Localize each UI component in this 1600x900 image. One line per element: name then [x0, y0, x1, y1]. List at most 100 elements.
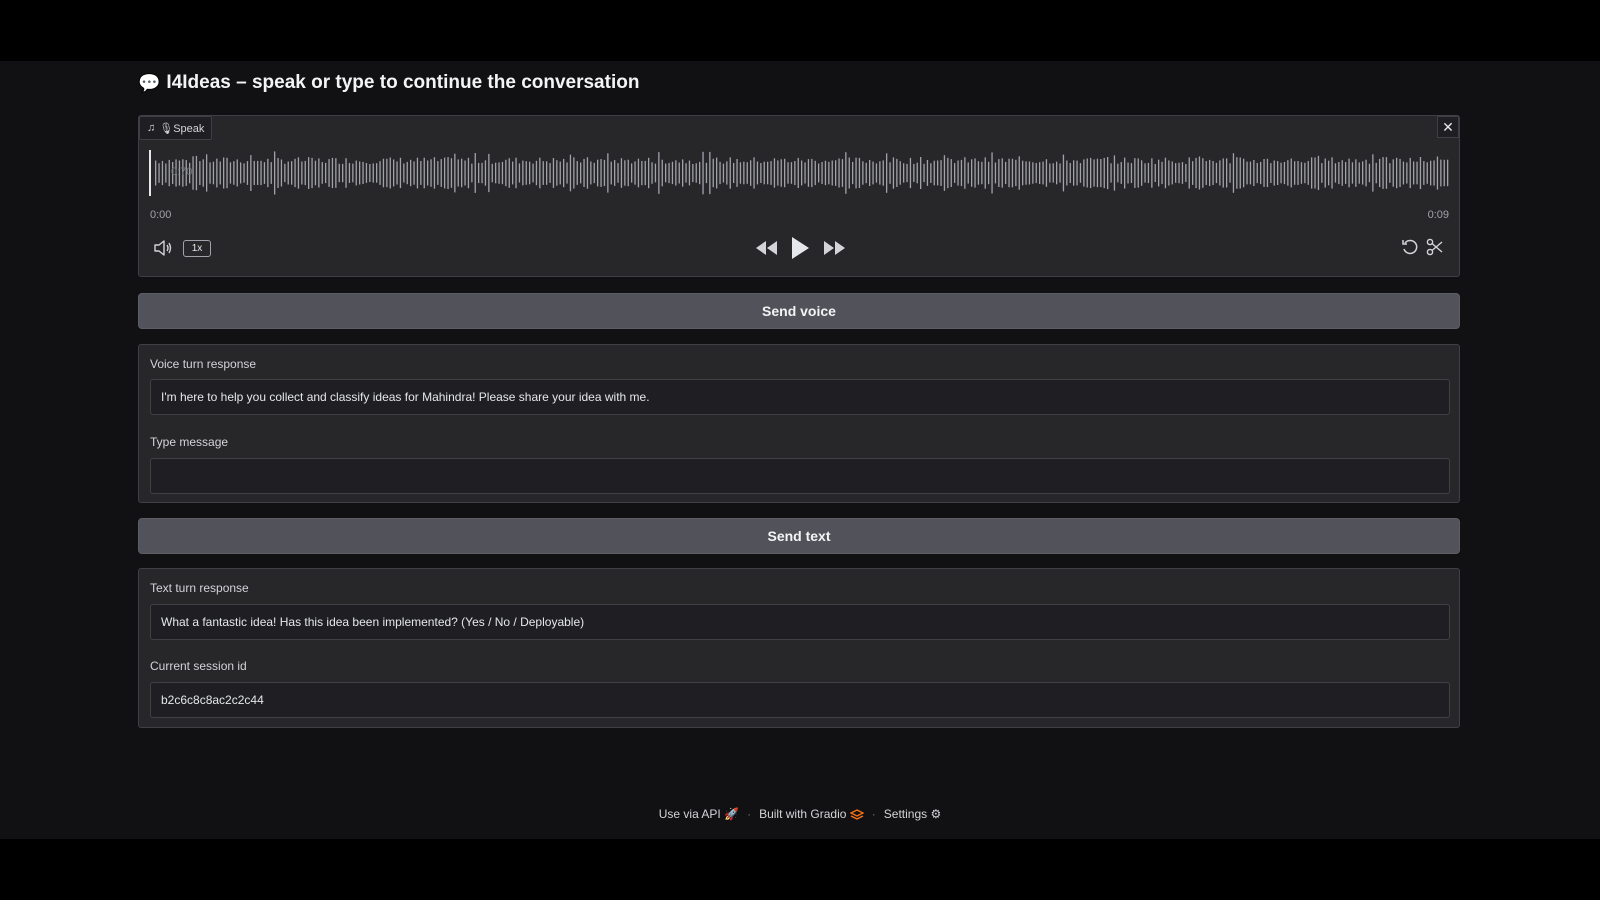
waveform-bar [1263, 159, 1265, 187]
waveform-bar [165, 163, 167, 183]
waveform-bar [389, 157, 391, 189]
waveform-bar [1093, 159, 1095, 187]
waveform-bar [824, 160, 827, 186]
fast-forward-button[interactable] [821, 236, 847, 260]
waveform-bar [947, 157, 949, 189]
waveform-bar [943, 155, 946, 191]
session-id-field[interactable]: b2c6c8c8ac2c2c44 [150, 682, 1450, 718]
rewind-icon [756, 241, 777, 255]
text-response-field[interactable]: What a fantastic idea! Has this idea bee… [150, 604, 1450, 640]
waveform-bar [1266, 158, 1269, 188]
waveform-bar [223, 157, 225, 189]
waveform-bar [297, 157, 300, 189]
undo-trim-button[interactable] [1399, 236, 1421, 258]
waveform-bar [1385, 157, 1388, 189]
volume-button[interactable] [151, 237, 175, 259]
waveform-bar [597, 159, 599, 187]
waveform-bar [930, 163, 932, 183]
waveform-bar [889, 162, 891, 184]
waveform-bar [447, 157, 449, 189]
waveform-bar [984, 157, 986, 189]
waveform-bar [168, 159, 170, 187]
page-title: 💬 I4Ideas – speak or type to continue th… [138, 72, 639, 94]
trim-button[interactable] [1424, 236, 1446, 258]
waveform-bar [746, 162, 748, 184]
waveform-bar [512, 161, 514, 185]
waveform-bar [1154, 164, 1156, 182]
waveform-bar [1260, 161, 1262, 185]
waveform-bar [406, 161, 408, 185]
waveform-bar [1324, 158, 1326, 188]
waveform-bar [1351, 162, 1354, 184]
waveform-bar [311, 157, 313, 189]
waveform-bar [1389, 163, 1391, 183]
waveform-bar [923, 163, 925, 183]
waveform-bar [722, 163, 725, 183]
waveform-bar [1192, 161, 1194, 185]
waveform-bar [1270, 163, 1272, 183]
playhead-cursor[interactable] [149, 150, 151, 196]
waveform-bar [1032, 162, 1034, 184]
waveform-bar [212, 161, 215, 185]
waveform-bar [1236, 157, 1238, 189]
type-message-input[interactable] [150, 458, 1450, 494]
waveform-bar [1348, 158, 1350, 188]
waveform-bar [1195, 157, 1197, 189]
waveform-bar [501, 161, 504, 185]
waveform-bar [899, 161, 901, 185]
waveform-bar [450, 158, 453, 188]
voice-response-field[interactable]: I'm here to help you collect and classif… [150, 379, 1450, 415]
play-button[interactable] [787, 233, 813, 263]
waveform-bar [583, 158, 585, 187]
clear-audio-button[interactable]: ✕ [1437, 116, 1459, 138]
settings-link[interactable]: Settings ⚙ [884, 807, 941, 821]
waveform-bar [291, 161, 293, 185]
send-voice-button[interactable]: Send voice [138, 293, 1460, 329]
waveform-bar [845, 152, 847, 194]
waveform-bar [345, 158, 347, 188]
music-note-icon: ♫ [147, 122, 156, 134]
close-icon: ✕ [1442, 118, 1454, 135]
waveform-bar [352, 163, 354, 183]
send-text-button[interactable]: Send text [138, 518, 1460, 554]
waveform-bar [1008, 158, 1010, 188]
waveform-bar [413, 161, 415, 185]
waveform-bar [430, 159, 432, 187]
waveform-bar [1406, 162, 1408, 184]
waveform-bar [1311, 157, 1313, 189]
waveform-bar [325, 162, 327, 184]
waveform-bar [314, 160, 317, 186]
waveform-bar [1124, 157, 1126, 189]
waveform-bar [1103, 157, 1105, 189]
built-with-gradio-link[interactable]: Built with Gradio [759, 807, 865, 821]
waveform-bar [335, 158, 337, 188]
waveform-bar [671, 161, 674, 185]
waveform-bar [379, 161, 381, 185]
waveform-bar [1100, 159, 1102, 188]
waveform-bar [682, 159, 684, 187]
waveform-bar [712, 158, 714, 188]
waveform-bar [651, 162, 653, 184]
waveform-bar [365, 163, 368, 183]
waveform-bar [1413, 161, 1415, 185]
waveform-bar [1120, 162, 1122, 184]
waveform-bar [240, 162, 242, 184]
waveform-bar [362, 161, 364, 184]
audio-waveform[interactable] [149, 150, 1449, 196]
voice-panel: Voice turn response I'm here to help you… [138, 344, 1460, 503]
waveform-bar [331, 157, 334, 189]
playback-speed-button[interactable]: 1x [183, 240, 211, 257]
waveform-bar [219, 161, 221, 185]
rewind-button[interactable] [754, 236, 780, 260]
waveform-bar [525, 161, 527, 185]
waveform-bar [161, 160, 164, 186]
waveform-bar [1069, 163, 1071, 183]
waveform-bar [202, 159, 204, 187]
waveform-bar [1066, 160, 1068, 186]
waveform-bar [1042, 161, 1044, 185]
waveform-bar [620, 158, 623, 188]
waveform-bar [998, 159, 1000, 187]
waveform-bar [539, 157, 541, 189]
waveform-bar [644, 160, 646, 186]
use-via-api-link[interactable]: Use via API 🚀 [659, 807, 739, 821]
